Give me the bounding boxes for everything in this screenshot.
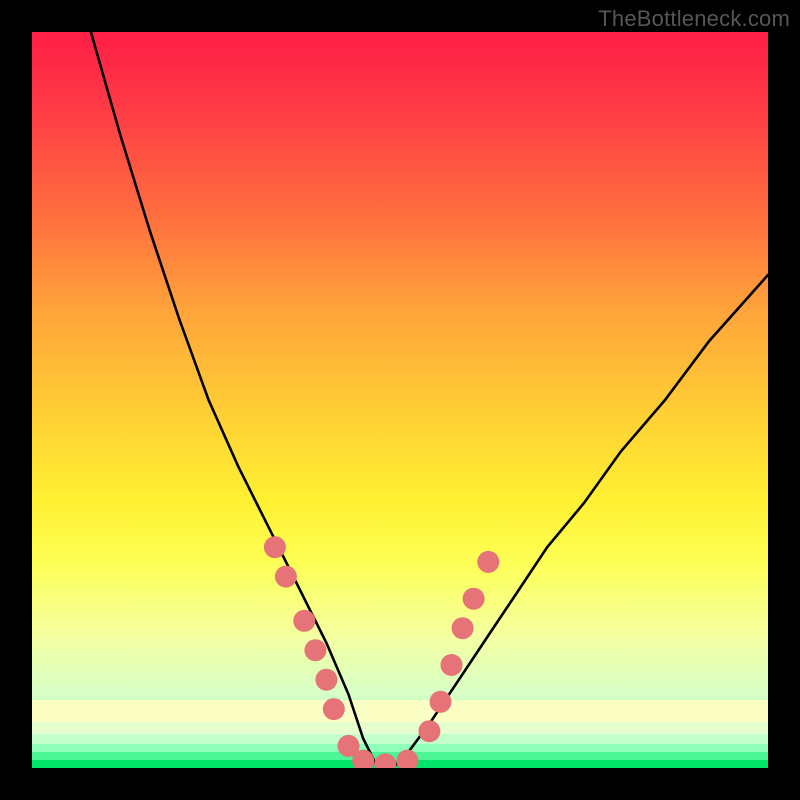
outer-frame: TheBottleneck.com — [0, 0, 800, 800]
band-pale-green-1 — [32, 722, 768, 734]
marker-dot — [430, 691, 452, 713]
marker-dot — [441, 654, 463, 676]
band-pale-green-2 — [32, 734, 768, 744]
marker-dots — [264, 536, 499, 768]
marker-dot — [315, 669, 337, 691]
plot-area — [32, 32, 768, 768]
marker-dot — [396, 750, 418, 768]
marker-dot — [293, 610, 315, 632]
marker-dot — [323, 698, 345, 720]
band-green-1 — [32, 744, 768, 752]
bottleneck-curve — [91, 32, 768, 768]
band-green-2 — [32, 752, 768, 760]
marker-dot — [304, 639, 326, 661]
marker-dot — [352, 750, 374, 768]
marker-dot — [338, 735, 360, 757]
marker-dot — [452, 617, 474, 639]
marker-dot — [264, 536, 286, 558]
band-pale-yellow — [32, 700, 768, 722]
band-green-3 — [32, 760, 768, 768]
marker-dot — [374, 753, 396, 768]
marker-dot — [275, 566, 297, 588]
watermark-text: TheBottleneck.com — [598, 6, 790, 32]
marker-dot — [463, 588, 485, 610]
marker-dot — [477, 551, 499, 573]
marker-dot — [418, 720, 440, 742]
chart-svg — [32, 32, 768, 768]
